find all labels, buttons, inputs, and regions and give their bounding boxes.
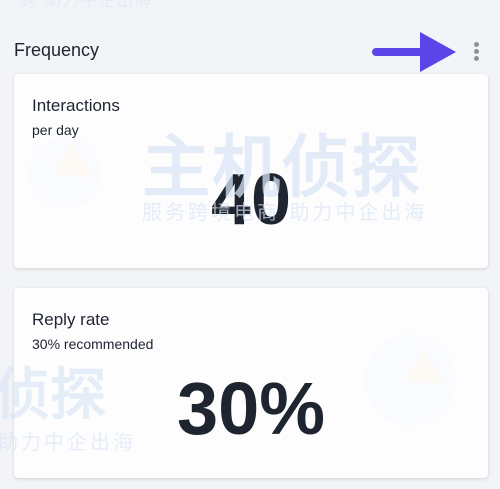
section-title: Frequency — [14, 40, 100, 60]
card-title: Interactions — [32, 96, 120, 115]
metric-value: 30% — [176, 367, 326, 450]
metric-card-reply-rate: Reply rate 30% recommended 30% — [14, 288, 488, 478]
annotation-arrow-icon — [372, 32, 456, 72]
kebab-dot — [473, 49, 479, 54]
kebab-dot — [473, 56, 479, 61]
metric-card-interactions: Interactions per day 40 — [14, 74, 488, 268]
watermark-text-top: 跨 助力中企出海 — [20, 0, 152, 11]
card-subtitle: per day — [32, 122, 79, 138]
metric-value: 40 — [210, 160, 292, 240]
card-subtitle: 30% recommended — [32, 336, 154, 352]
more-options-button[interactable] — [470, 42, 482, 66]
card-title: Reply rate — [32, 310, 110, 329]
kebab-vertical-icon — [473, 42, 479, 47]
